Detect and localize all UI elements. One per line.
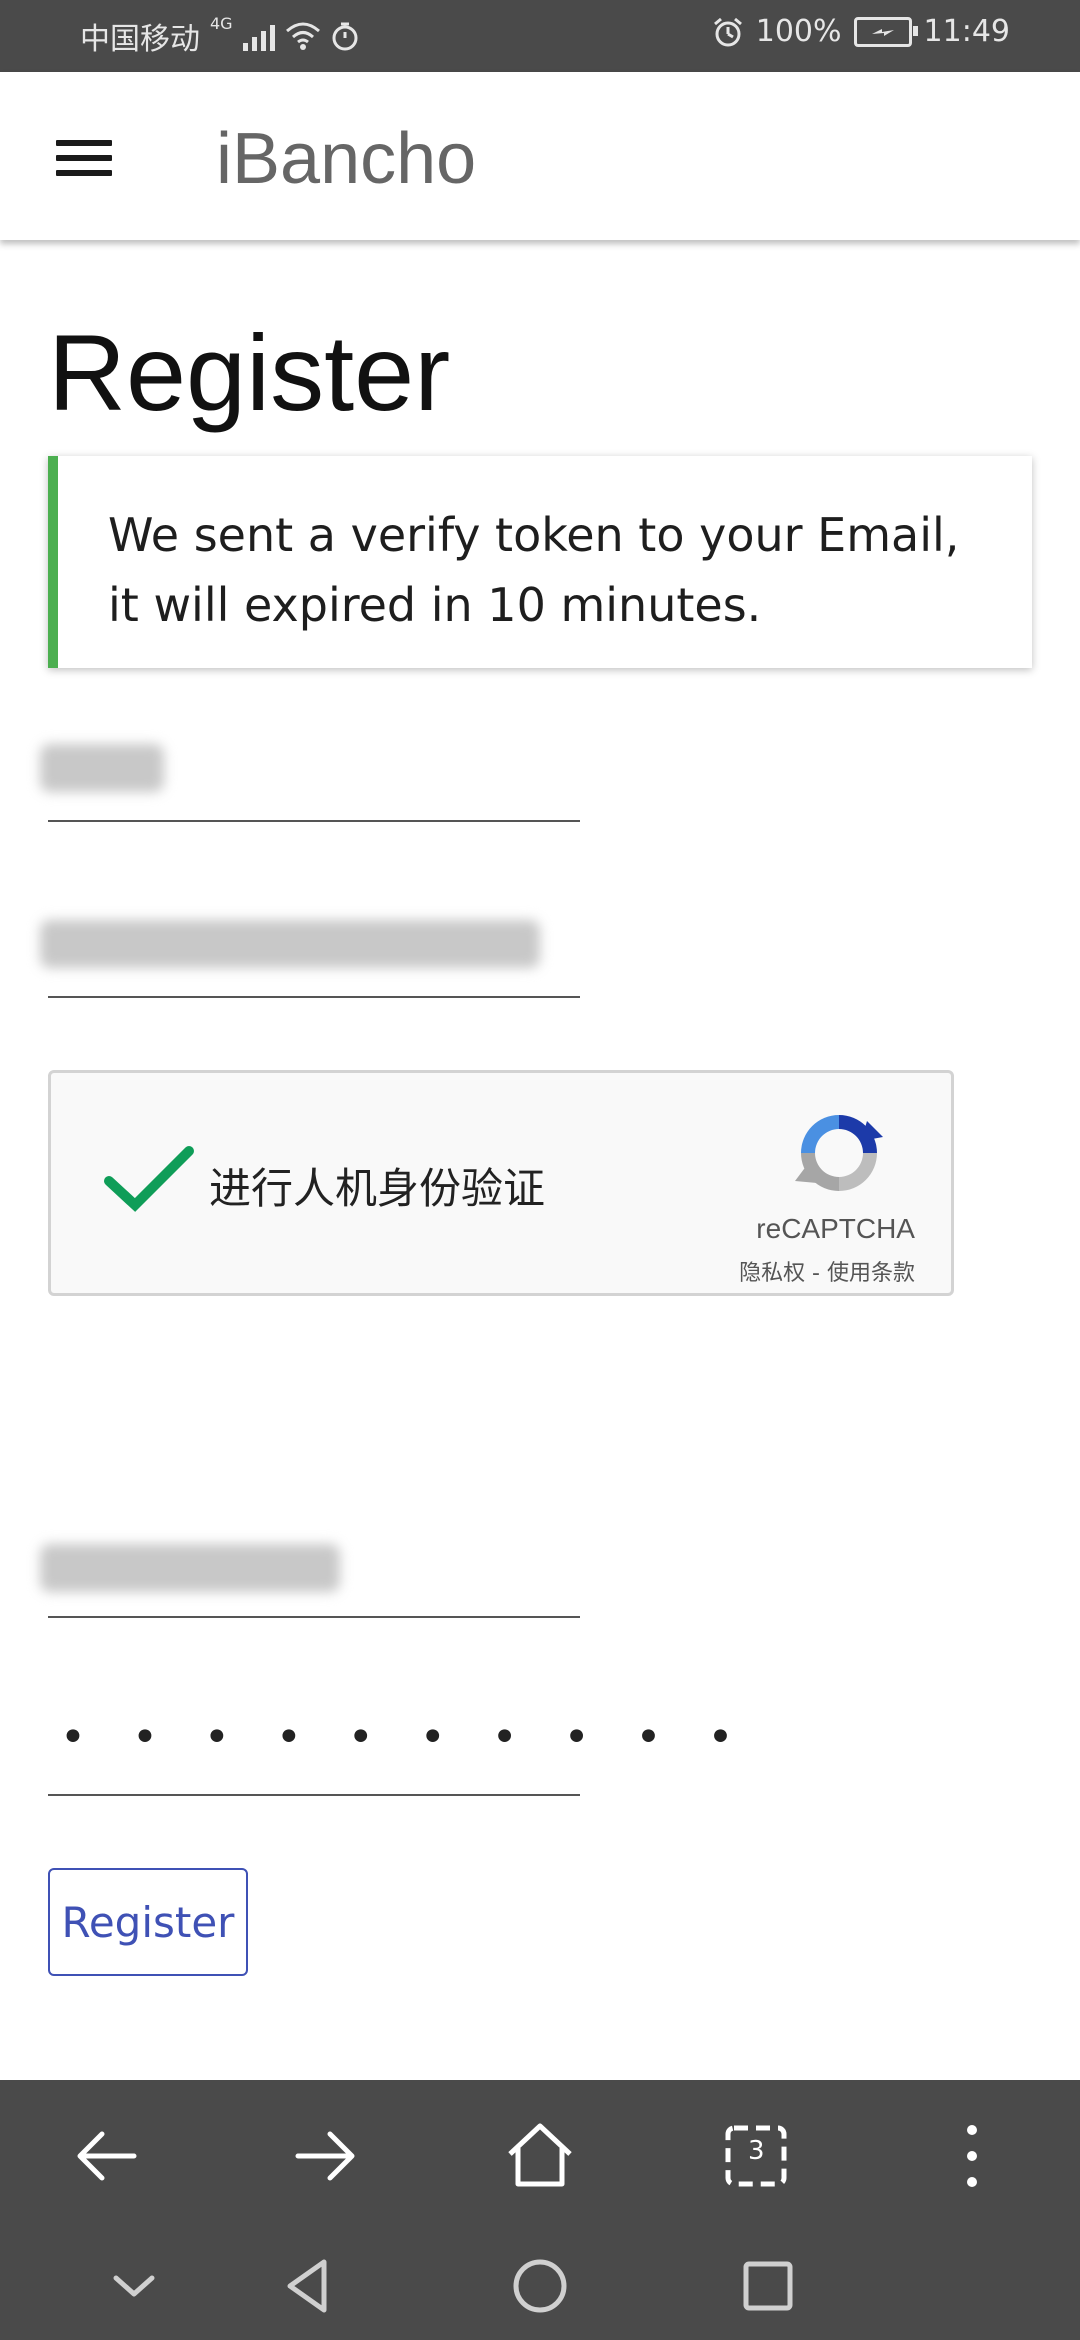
home-circle-icon[interactable] xyxy=(508,2254,572,2318)
email-value-redacted xyxy=(40,920,540,968)
username-value-redacted xyxy=(40,744,164,792)
app-title: iBancho xyxy=(216,119,477,199)
home-icon[interactable] xyxy=(502,2118,578,2194)
username-field[interactable] xyxy=(48,820,580,822)
status-bar: 中国移动 4G 100% 11:49 xyxy=(0,0,1080,72)
password-field[interactable] xyxy=(48,1794,580,1796)
more-vertical-icon[interactable] xyxy=(934,2118,1010,2194)
tab-count: 3 xyxy=(748,2136,765,2166)
alarm-icon xyxy=(713,17,742,46)
app-bar: iBancho xyxy=(0,72,1080,240)
back-arrow-icon[interactable] xyxy=(70,2118,146,2194)
wifi-icon xyxy=(285,22,320,50)
signal-icon xyxy=(242,21,275,51)
network-label: 4G xyxy=(210,14,233,33)
system-nav-bar xyxy=(0,2230,1080,2340)
email-field[interactable] xyxy=(48,996,580,998)
page-title: Register xyxy=(48,312,451,433)
token-field[interactable] xyxy=(48,1616,580,1618)
back-triangle-icon[interactable] xyxy=(276,2254,340,2318)
info-notice: We sent a verify token to your Email, it… xyxy=(48,456,1032,668)
timer-icon xyxy=(332,22,358,51)
status-left: 中国移动 4G xyxy=(80,14,359,58)
forward-arrow-icon[interactable] xyxy=(286,2118,362,2194)
battery-percent: 100% xyxy=(755,14,842,49)
recaptcha-brand: reCAPTCHA xyxy=(756,1213,915,1244)
recaptcha-widget[interactable]: 进行人机身份验证 reCAPTCHA 隐私权 - 使用条款 xyxy=(48,1070,954,1296)
checkmark-icon xyxy=(104,1146,194,1212)
tabs-icon[interactable]: 3 xyxy=(718,2118,794,2194)
browser-toolbar: 3 xyxy=(0,2080,1080,2230)
clock: 11:49 xyxy=(923,14,1010,49)
hamburger-menu-icon[interactable] xyxy=(56,140,112,176)
status-right: 100% 11:49 xyxy=(712,14,1010,49)
recaptcha-label: 进行人机身份验证 xyxy=(209,1164,546,1213)
chevron-down-icon[interactable] xyxy=(102,2254,166,2318)
recents-square-icon[interactable] xyxy=(736,2254,800,2318)
carrier-label: 中国移动 xyxy=(80,22,200,57)
register-button[interactable]: Register xyxy=(48,1868,248,1976)
password-mask: • • • • • • • • • • xyxy=(60,1712,750,1763)
recaptcha-logo-icon xyxy=(795,1115,883,1191)
token-value-redacted xyxy=(40,1544,340,1592)
battery-charging-icon xyxy=(853,16,918,47)
recaptcha-privacy-terms-links[interactable]: 隐私权 - 使用条款 xyxy=(739,1255,915,1287)
